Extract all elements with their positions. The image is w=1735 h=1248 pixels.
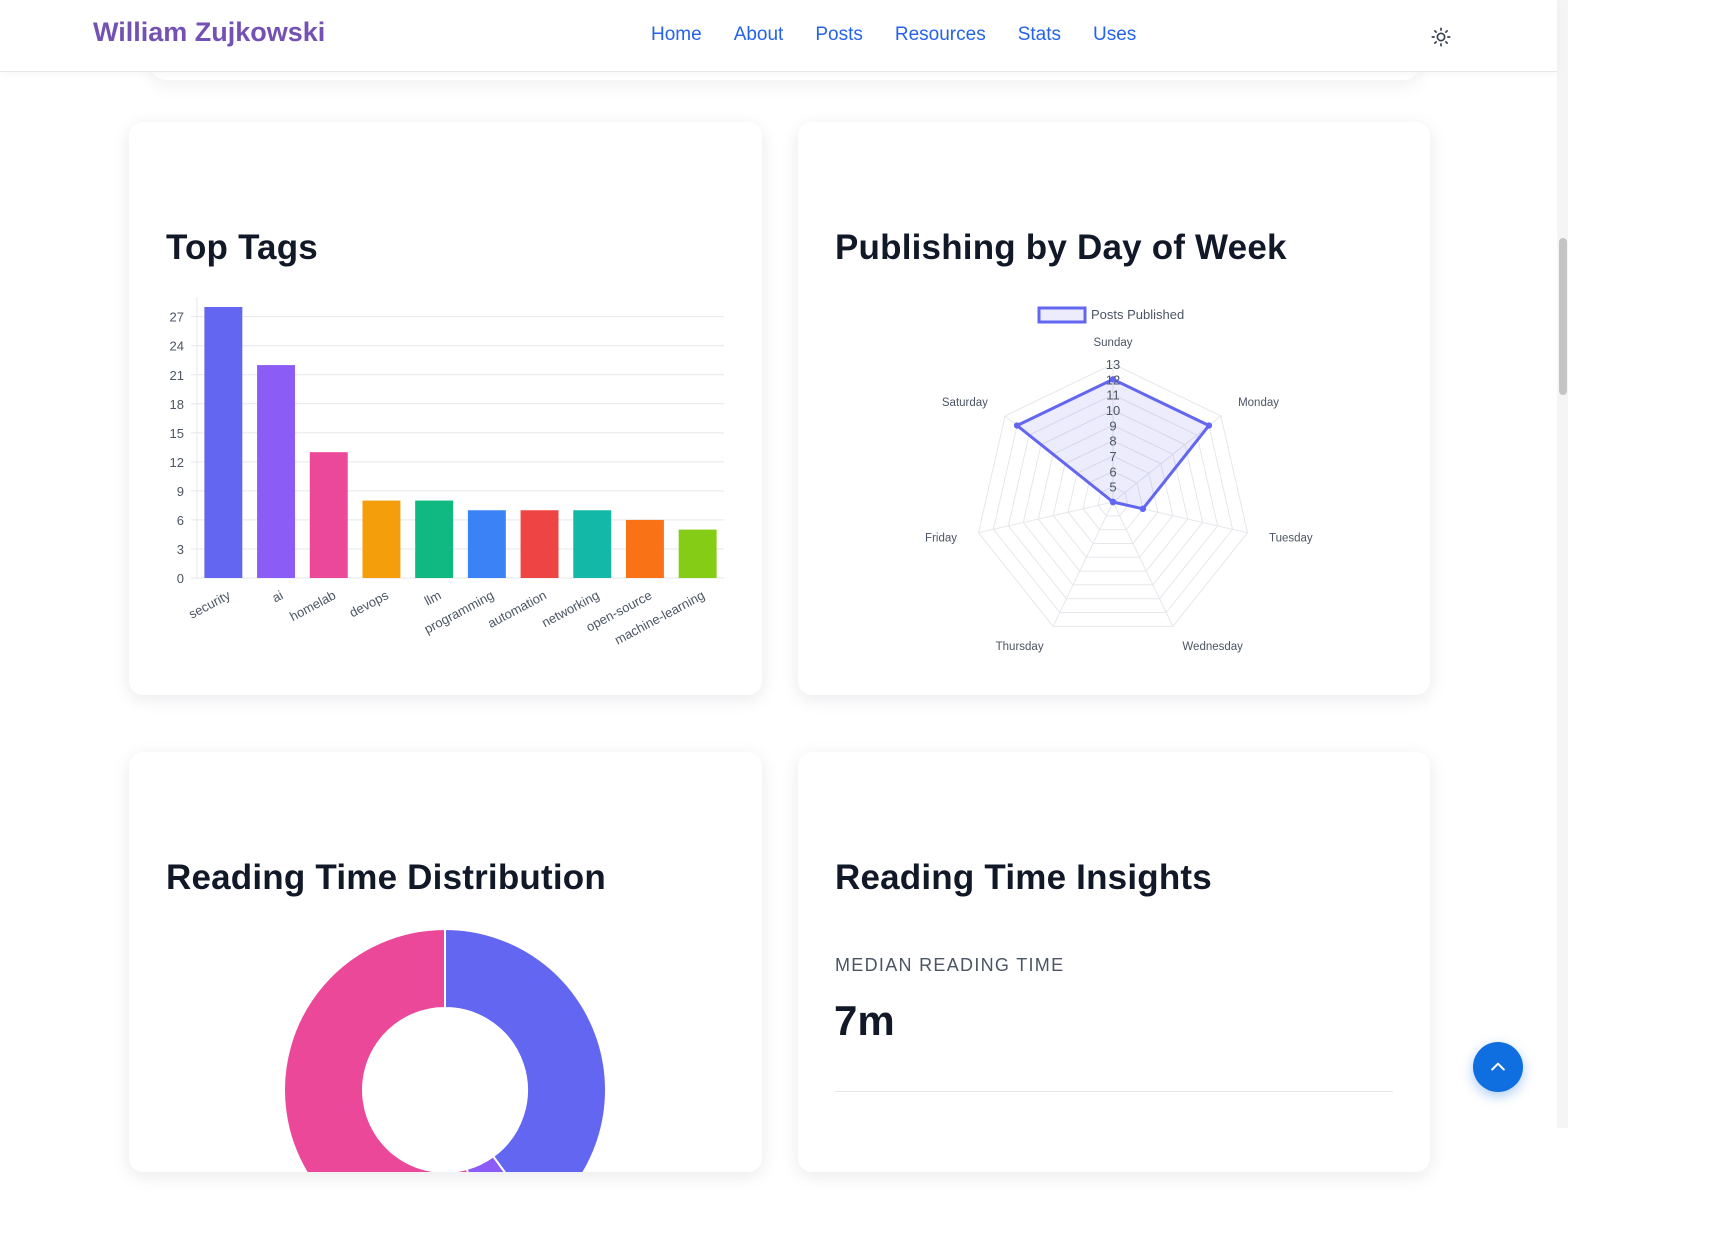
nav-resources-link[interactable]: Resources <box>895 24 986 46</box>
insights-divider <box>835 1091 1393 1092</box>
legend-swatch <box>1037 306 1087 324</box>
y-tick-label: 18 <box>170 397 184 412</box>
radar-r-tick-label: 11 <box>1106 388 1120 403</box>
bar-llm <box>415 500 454 578</box>
bar-security <box>204 307 243 578</box>
page-scrollbar[interactable] <box>1557 0 1568 1128</box>
x-tick-label: machine-learning <box>612 587 707 647</box>
radar-r-tick-label: 12 <box>1106 372 1120 387</box>
radar-axis-label: Friday <box>925 533 957 545</box>
y-tick-label: 27 <box>170 310 184 325</box>
radar-spoke <box>1052 501 1114 627</box>
median-reading-time-label: MEDIAN READING TIME <box>835 955 1065 975</box>
radar-spoke <box>1112 501 1174 627</box>
x-tick-label: ai <box>269 587 285 605</box>
x-tick-label: security <box>186 587 233 622</box>
radar-axis-label: Tuesday <box>1269 533 1313 545</box>
bar-ai <box>257 365 296 578</box>
radar-point <box>1013 422 1021 429</box>
site-title-link[interactable]: William Zujkowski <box>93 17 325 48</box>
bar-homelab <box>309 452 348 578</box>
radar-r-tick-label: 6 <box>1109 464 1116 479</box>
nav-posts-link[interactable]: Posts <box>815 24 863 46</box>
bar-open-source <box>625 519 664 578</box>
doughnut-slice <box>444 927 607 1172</box>
sun-icon <box>1431 27 1451 47</box>
theme-toggle-button[interactable] <box>1428 24 1454 50</box>
median-reading-time-value: 7m <box>834 997 895 1044</box>
y-tick-label: 21 <box>170 368 184 383</box>
x-tick-label: devops <box>347 587 391 620</box>
radar-point <box>1205 422 1213 429</box>
reading-distribution-card: Reading Time Distribution <box>129 752 762 1172</box>
radar-axis-label: Saturday <box>942 397 988 409</box>
y-tick-label: 24 <box>170 339 184 354</box>
radar-axis-label: Sunday <box>1093 337 1132 349</box>
radar-point <box>1109 498 1117 506</box>
radar-axis-label: Wednesday <box>1182 641 1243 653</box>
radar-r-tick-label: 8 <box>1109 434 1116 449</box>
bar-programming <box>467 510 506 578</box>
radar-point <box>1139 505 1147 513</box>
y-tick-label: 6 <box>177 513 184 528</box>
radar-r-tick-label: 7 <box>1109 449 1116 464</box>
legend-label: Posts Published <box>1091 307 1184 322</box>
bar-machine-learning <box>678 529 717 578</box>
radar-r-tick-label: 5 <box>1109 480 1116 495</box>
nav-uses-link[interactable]: Uses <box>1093 24 1136 46</box>
nav-home-link[interactable]: Home <box>651 24 702 46</box>
bar-devops <box>362 500 401 578</box>
x-tick-label: automation <box>485 587 549 630</box>
y-tick-label: 9 <box>177 484 184 499</box>
bar-automation <box>520 510 559 578</box>
y-tick-label: 0 <box>177 571 184 586</box>
x-tick-label: homelab <box>287 587 338 624</box>
top-tags-card: Top Tags 0 3 6 9 12 15 18 21 24 27 security ai homel… <box>129 122 762 695</box>
publishing-day-card: Publishing by Day of Week Sunday Monday Tu… <box>798 122 1430 695</box>
reading-distribution-doughnut-chart <box>283 927 607 1172</box>
nav-about-link[interactable]: About <box>734 24 784 46</box>
nav-stats-link[interactable]: Stats <box>1018 24 1061 46</box>
top-tags-bar-chart: 0 3 6 9 12 15 18 21 24 27 security ai homelab devops l… <box>170 297 724 647</box>
page-scrollbar-thumb[interactable] <box>1559 238 1567 395</box>
y-tick-label: 3 <box>177 542 184 557</box>
chevron-up-icon <box>1491 1062 1505 1071</box>
y-tick-label: 12 <box>170 455 184 470</box>
main-nav: Home About Posts Resources Stats Uses <box>651 24 1136 46</box>
radar-axis-label: Monday <box>1238 397 1279 409</box>
publishing-radar-chart: Sunday Monday Tuesday Wednesday Thursday Frid… <box>925 306 1313 653</box>
site-header: William Zujkowski Home About Posts Resou… <box>0 0 1557 72</box>
radar-r-tick-label: 10 <box>1106 403 1120 418</box>
reading-insights-title: Reading Time Insights <box>835 858 1212 897</box>
bar-networking <box>573 510 612 578</box>
radar-r-tick-label: 9 <box>1109 418 1116 433</box>
radar-r-tick-label: 13 <box>1106 357 1120 372</box>
x-tick-label: llm <box>422 587 444 608</box>
reading-insights-card: Reading Time Insights MEDIAN READING TIM… <box>798 752 1430 1172</box>
y-tick-label: 15 <box>170 426 184 441</box>
radar-axis-label: Thursday <box>996 641 1044 653</box>
back-to-top-button[interactable] <box>1473 1042 1523 1092</box>
